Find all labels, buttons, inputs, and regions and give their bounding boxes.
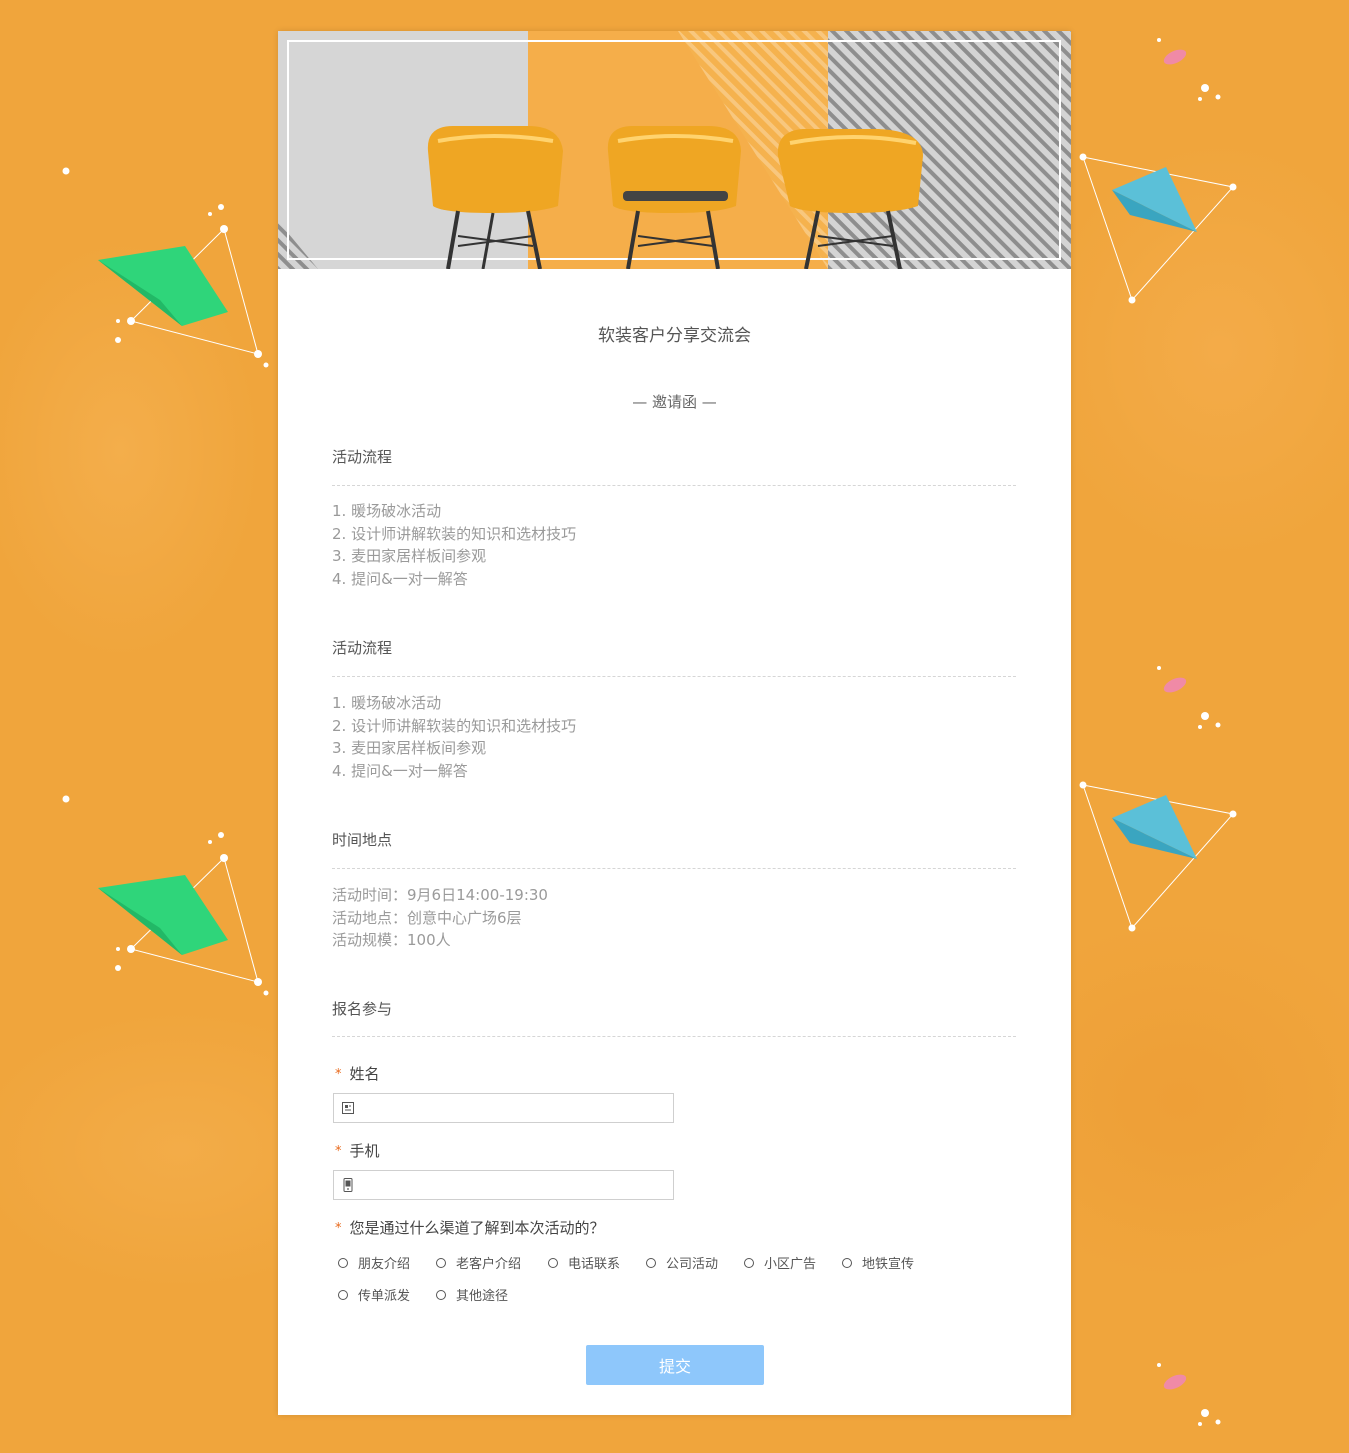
radio-flyer[interactable]: 传单派发: [338, 1285, 410, 1304]
list-item: 1. 暖场破冰活动: [332, 694, 442, 712]
name-input[interactable]: [333, 1093, 674, 1123]
radio-phone-call[interactable]: 电话联系: [548, 1253, 620, 1272]
section-divider: [332, 868, 1016, 869]
list-item: 3. 麦田家居样板间参观: [332, 547, 487, 565]
list-item: 活动时间：9月6日14:00-19:30: [332, 886, 548, 904]
radio-circle[interactable]: [548, 1257, 558, 1268]
id-card-icon: [342, 1102, 354, 1114]
list-item: 2. 设计师讲解软装的知识和选材技巧: [332, 524, 577, 543]
section-content: 1. 暖场破冰活动 2. 设计师讲解软装的知识和选材技巧 3. 麦田家居样板间参…: [332, 692, 576, 782]
radio-friend[interactable]: 朋友介绍: [338, 1253, 410, 1272]
banner-image: [278, 31, 1071, 269]
channel-question: * 您是通过什么渠道了解到本次活动的？: [335, 1219, 605, 1237]
radio-community-ad[interactable]: 小区广告: [744, 1253, 816, 1272]
list-item: 2. 设计师讲解软装的知识和选材技巧: [332, 716, 577, 735]
green-paper-plane-icon: [62, 795, 269, 996]
required-mark: *: [335, 1221, 342, 1236]
radio-circle[interactable]: [436, 1257, 446, 1268]
page-subtitle: — 邀请函 —: [632, 393, 717, 411]
list-item: 4. 提问&一对一解答: [332, 569, 468, 588]
invitation-card: 软装客户分享交流会 — 邀请函 — 活动流程 1. 暖场破冰活动 2. 设计师讲…: [278, 31, 1071, 1415]
section-content: 1. 暖场破冰活动 2. 设计师讲解软装的知识和选材技巧 3. 麦田家居样板间参…: [332, 500, 576, 590]
radio-circle[interactable]: [842, 1257, 852, 1268]
radio-circle[interactable]: [338, 1257, 348, 1268]
radio-other[interactable]: 其他途径: [436, 1285, 508, 1304]
section-title: 活动流程: [332, 448, 393, 466]
phone-icon: [343, 1178, 353, 1192]
section-title: 时间地点: [332, 831, 393, 849]
page-title: 软装客户分享交流会: [598, 326, 751, 346]
blue-paper-plane-icon: [1079, 666, 1237, 932]
radio-old-customer[interactable]: 老客户介绍: [436, 1253, 521, 1272]
list-item: 4. 提问&一对一解答: [332, 761, 468, 780]
form-section-title: 报名参与: [332, 1000, 393, 1018]
section-divider: [332, 485, 1016, 486]
list-item: 1. 暖场破冰活动: [332, 502, 442, 520]
radio-circle[interactable]: [744, 1257, 754, 1268]
radio-company-event[interactable]: 公司活动: [646, 1253, 718, 1272]
chairs-illustration: [278, 31, 1071, 269]
required-mark: *: [335, 1067, 342, 1082]
phone-input[interactable]: [333, 1170, 674, 1200]
submit-button[interactable]: 提交: [586, 1345, 764, 1385]
radio-subway-ad[interactable]: 地铁宣传: [842, 1253, 914, 1272]
radio-circle[interactable]: [436, 1289, 446, 1300]
name-label: * 姓名: [335, 1065, 380, 1083]
list-item: 3. 麦田家居样板间参观: [332, 739, 487, 757]
required-mark: *: [335, 1144, 342, 1159]
list-item: 活动地点：创意中心广场6层: [332, 908, 522, 927]
green-paper-plane-icon: [62, 167, 269, 368]
list-item: 活动规模：100人: [332, 931, 451, 949]
phone-label: * 手机: [335, 1142, 380, 1160]
section-title: 活动流程: [332, 639, 393, 657]
section-divider: [332, 676, 1016, 677]
radio-circle[interactable]: [646, 1257, 656, 1268]
radio-circle[interactable]: [338, 1289, 348, 1300]
pink-petal-icon: [1157, 1363, 1221, 1426]
section-content: 活动时间：9月6日14:00-19:30 活动地点：创意中心广场6层 活动规模：…: [332, 884, 548, 952]
blue-paper-plane-icon: [1079, 38, 1237, 304]
section-divider: [332, 1036, 1016, 1037]
